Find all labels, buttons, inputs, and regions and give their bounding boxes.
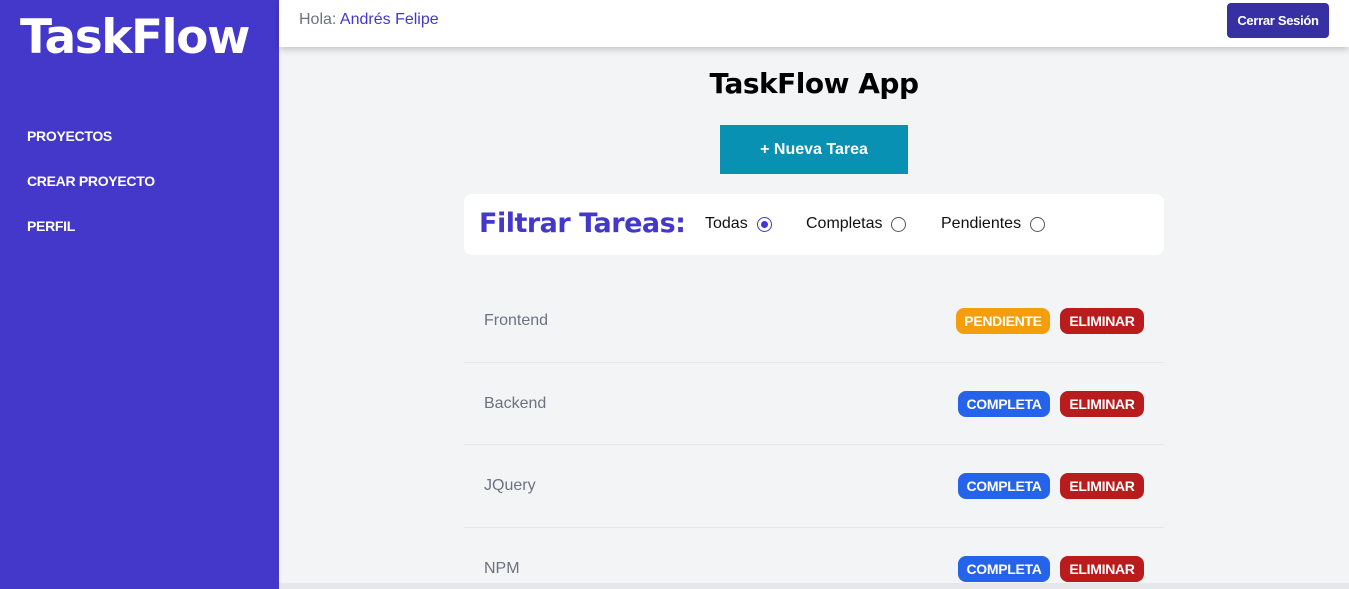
filter-panel: Filtrar Tareas: Todas Completas Pendient…	[464, 194, 1164, 255]
page-title: TaskFlow App	[709, 67, 919, 100]
filter-option-label: Pendientes	[941, 215, 1022, 232]
sidebar: TaskFlow PROYECTOS CREAR PROYECTO PERFIL	[0, 0, 279, 589]
delete-task-button[interactable]: ELIMINAR	[1060, 390, 1144, 417]
status-toggle-button[interactable]: COMPLETA	[958, 390, 1050, 417]
delete-task-button[interactable]: ELIMINAR	[1060, 308, 1144, 334]
greeting-label: Hola:	[299, 11, 340, 28]
filter-label: Filtrar Tareas:	[479, 208, 686, 239]
new-task-button[interactable]: + Nueva Tarea	[720, 125, 908, 174]
filter-option-label: Todas	[705, 215, 748, 232]
sidebar-item-perfil[interactable]: PERFIL	[27, 217, 155, 262]
task-name: Frontend	[484, 312, 549, 329]
user-name: Andrés Felipe	[339, 11, 439, 28]
delete-task-button[interactable]: ELIMINAR	[1060, 473, 1144, 499]
greeting: Hola: Andrés Felipe	[299, 11, 439, 29]
task-row: NPM COMPLETA ELIMINAR	[464, 528, 1164, 589]
task-row: JQuery COMPLETA ELIMINAR	[464, 445, 1164, 528]
radio-todas[interactable]	[756, 216, 772, 232]
logout-button[interactable]: Cerrar Sesión	[1227, 3, 1329, 38]
app-logo: TaskFlow	[20, 10, 250, 65]
task-list: Frontend PENDIENTE ELIMINAR Backend COMP…	[464, 280, 1164, 589]
filter-option-completas[interactable]: Completas	[806, 215, 907, 233]
task-row: Frontend PENDIENTE ELIMINAR	[464, 280, 1164, 363]
delete-task-button[interactable]: ELIMINAR	[1060, 555, 1144, 582]
top-bar: Hola: Andrés Felipe Cerrar Sesión	[279, 0, 1349, 47]
sidebar-item-proyectos[interactable]: PROYECTOS	[27, 127, 155, 172]
status-toggle-button[interactable]: COMPLETA	[958, 473, 1050, 499]
filter-option-label: Completas	[806, 215, 883, 232]
status-toggle-button[interactable]: COMPLETA	[958, 555, 1050, 582]
sidebar-nav: PROYECTOS CREAR PROYECTO PERFIL	[27, 127, 155, 262]
radio-completas[interactable]	[891, 216, 907, 232]
task-name: JQuery	[484, 477, 536, 494]
task-name: Backend	[484, 394, 547, 412]
horizontal-scrollbar[interactable]	[279, 583, 1349, 589]
filter-option-todas[interactable]: Todas	[705, 215, 772, 233]
radio-pendientes[interactable]	[1030, 216, 1046, 232]
sidebar-item-crear-proyecto[interactable]: CREAR PROYECTO	[27, 172, 155, 217]
task-row: Backend COMPLETA ELIMINAR	[464, 363, 1164, 445]
status-toggle-button[interactable]: PENDIENTE	[956, 308, 1050, 334]
task-name: NPM	[484, 559, 520, 577]
filter-option-pendientes[interactable]: Pendientes	[941, 215, 1046, 233]
